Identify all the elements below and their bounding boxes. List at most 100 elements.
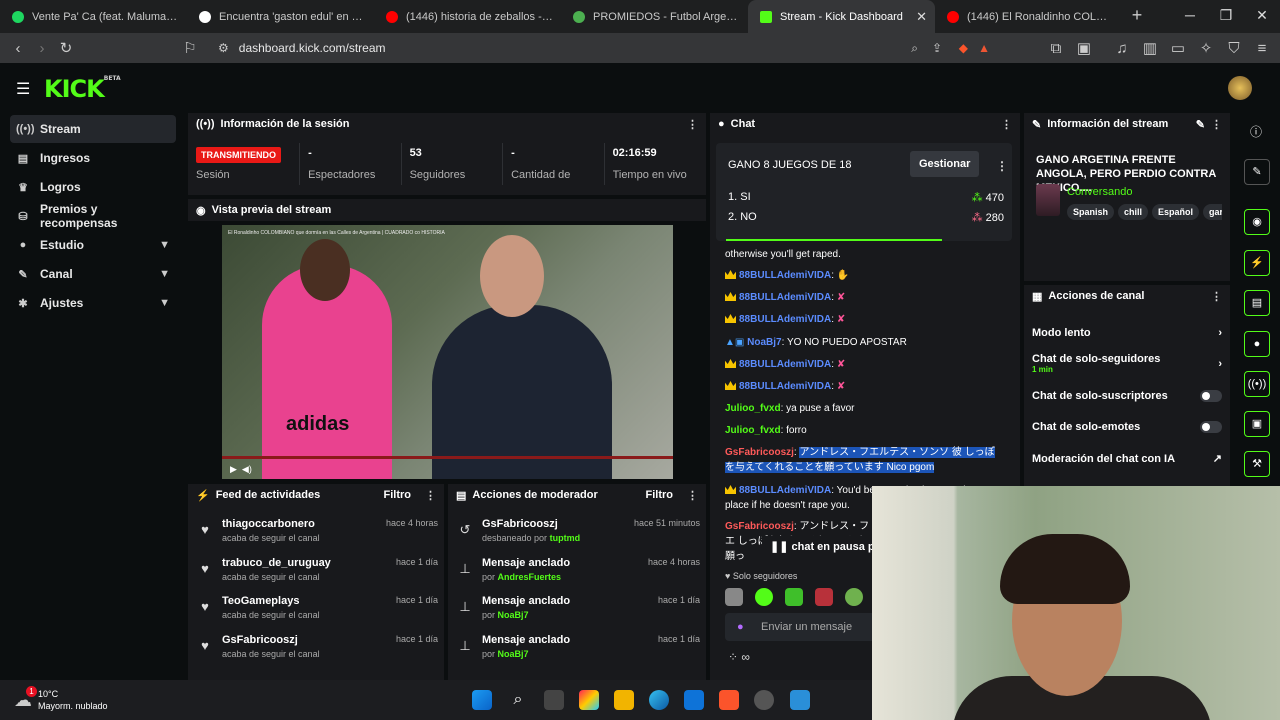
copilot-icon[interactable] (579, 690, 599, 710)
notes-icon[interactable]: ▤ (1244, 290, 1270, 316)
item-moderator[interactable]: NoaBj7 (498, 610, 529, 620)
more-options-icon[interactable]: ⋮ (425, 489, 436, 502)
message-username[interactable]: 88BULLAdemiVIDA (739, 270, 831, 281)
message-username[interactable]: Julioo_fvxd (725, 403, 781, 414)
edge-icon[interactable] (649, 690, 669, 710)
browser-tab[interactable]: (1446) El Ronaldinho COLOMBIAN (935, 0, 1122, 33)
sidebar-item-logros[interactable]: ♛ Logros (10, 173, 176, 201)
item-username[interactable]: thiagoccarbonero (222, 518, 376, 530)
vpn-icon[interactable]: ⛉ (1222, 40, 1246, 57)
zoom-icon[interactable]: ⌕ (911, 41, 918, 56)
sidebar-icon[interactable]: ▥ (1138, 39, 1162, 57)
progress-bar[interactable] (222, 456, 673, 459)
wallet-icon[interactable]: ▭ (1166, 39, 1190, 57)
more-options-icon[interactable]: ⋮ (687, 118, 698, 131)
extension-icon[interactable]: ▣ (1072, 39, 1096, 57)
user-avatar[interactable] (1228, 76, 1252, 100)
camera-icon[interactable]: ◉ (1244, 209, 1270, 235)
browser-tab[interactable]: (1446) historia de zeballos - YouTu (374, 0, 561, 33)
layout-icon[interactable]: ▣ (1244, 411, 1270, 437)
extension-icon[interactable]: ⧉ (1044, 40, 1068, 57)
task-view-icon[interactable] (544, 690, 564, 710)
toggle-switch[interactable] (1200, 421, 1222, 433)
info-icon[interactable]: ⓘ (1250, 123, 1262, 140)
wrench-icon[interactable]: ⚒ (1244, 451, 1270, 477)
broadcast-icon[interactable]: ((•)) (1244, 371, 1270, 397)
leo-icon[interactable]: ✧ (1194, 39, 1218, 57)
reload-icon[interactable]: ↻ (54, 39, 78, 57)
windows-start-icon[interactable] (472, 690, 492, 710)
message-username[interactable]: Julioo_fvxd (725, 425, 781, 436)
edit-icon[interactable]: ✎ (1244, 159, 1270, 185)
chat-icon[interactable]: ● (1244, 331, 1270, 357)
message-username[interactable]: 88BULLAdemiVIDA (739, 314, 831, 325)
slow-mode-action[interactable]: Modo lento › (1032, 327, 1222, 339)
tag[interactable]: Spanish (1067, 204, 1115, 220)
more-options-icon[interactable]: ⋮ (687, 489, 698, 502)
microphone-icon[interactable]: ● (737, 613, 744, 641)
item-username[interactable]: GsFabricooszj (222, 634, 386, 646)
sidebar-item-premios[interactable]: ⛁ Premios y recompensas (10, 202, 176, 230)
item-moderator[interactable]: AndresFuertes (498, 572, 562, 582)
followers-only-action[interactable]: Chat de solo-seguidores 1 min › (1032, 353, 1222, 374)
new-tab-button[interactable]: + (1122, 0, 1152, 33)
more-options-icon[interactable]: ⋮ (1211, 118, 1222, 131)
message-username[interactable]: GsFabricooszj (725, 447, 794, 458)
bolt-icon[interactable]: ⚡ (1244, 250, 1270, 276)
item-username[interactable]: TeoGameplays (222, 595, 386, 607)
brave-icon[interactable] (719, 690, 739, 710)
close-tab-icon[interactable]: ✕ (916, 9, 927, 25)
emote-icon[interactable] (755, 588, 773, 606)
tag[interactable]: gar (1203, 204, 1222, 220)
search-icon[interactable]: ⌕ (508, 690, 528, 710)
sidebar-item-ajustes[interactable]: ✱ Ajustes ▼ (10, 289, 176, 317)
message-username[interactable]: 88BULLAdemiVIDA (739, 292, 831, 303)
item-moderator[interactable]: tuptmd (550, 533, 581, 543)
browser-tab[interactable]: Vente Pa' Ca (feat. Maluma) • Rick (0, 0, 187, 33)
more-options-icon[interactable]: ⋮ (996, 159, 1008, 173)
sidebar-item-estudio[interactable]: ● Estudio ▼ (10, 231, 176, 259)
item-title[interactable]: GsFabricooszj (482, 518, 624, 530)
brave-rewards-icon[interactable]: ▲ (978, 41, 990, 55)
emote-icon[interactable] (845, 588, 863, 606)
message-username[interactable]: 88BULLAdemiVIDA (739, 359, 831, 370)
emote-icon[interactable] (815, 588, 833, 606)
item-title[interactable]: Mensaje anclado (482, 557, 638, 569)
steam-icon[interactable] (754, 690, 774, 710)
chat-paused-banner[interactable]: ❚❚ chat en pausa pa (762, 536, 889, 557)
message-username[interactable]: 88BULLAdemiVIDA (739, 381, 831, 392)
more-options-icon[interactable]: ⋮ (1001, 118, 1012, 131)
close-window-icon[interactable]: ✕ (1244, 0, 1280, 33)
item-username[interactable]: trabuco_de_uruguay (222, 557, 386, 569)
message-username[interactable]: GsFabricooszj (725, 521, 794, 532)
music-icon[interactable]: ♫ (1110, 40, 1134, 57)
browser-tab-active[interactable]: Stream - Kick Dashboard ✕ (748, 0, 935, 33)
item-moderator[interactable]: NoaBj7 (498, 649, 529, 659)
kick-logo[interactable]: KICKBETA (44, 75, 121, 103)
chat-settings-icon[interactable]: ⁘ ∞ (728, 650, 750, 664)
hamburger-menu-icon[interactable]: ☰ (16, 79, 30, 99)
manage-poll-button[interactable]: Gestionar (910, 151, 980, 177)
sidebar-item-ingresos[interactable]: ▤ Ingresos (10, 144, 176, 172)
bookmark-icon[interactable]: ⚐ (178, 39, 202, 57)
sidebar-item-canal[interactable]: ✎ Canal ▼ (10, 260, 176, 288)
site-info-icon[interactable]: ⚙ (218, 41, 229, 55)
minimize-icon[interactable]: ─ (1172, 0, 1208, 33)
item-title[interactable]: Mensaje anclado (482, 595, 648, 607)
back-icon[interactable]: ‹ (6, 40, 30, 57)
message-username[interactable]: 88BULLAdemiVIDA (739, 485, 831, 496)
play-icon[interactable]: ▶ ◀) (230, 464, 252, 475)
browser-tab[interactable]: Encuentra 'gaston edul' en TikTok (187, 0, 374, 33)
address-bar[interactable]: ⚙ dashboard.kick.com/stream ⌕ ⇪ ◆ ▲ (218, 33, 998, 63)
item-title[interactable]: Mensaje anclado (482, 634, 648, 646)
forward-icon[interactable]: › (30, 40, 54, 57)
edit-icon[interactable]: ✎ (1196, 118, 1205, 131)
video-player[interactable]: El Ronaldinho COLOMBIANO que dormía en l… (222, 225, 673, 479)
maximize-icon[interactable]: ❐ (1208, 0, 1244, 33)
filter-button[interactable]: Filtro (646, 489, 674, 501)
notepad-icon[interactable] (790, 690, 810, 710)
sidebar-item-stream[interactable]: ((•)) Stream (10, 115, 176, 143)
tag[interactable]: chill (1118, 204, 1149, 220)
stream-category[interactable]: Conversando (1067, 186, 1132, 198)
tag[interactable]: Español (1152, 204, 1200, 220)
